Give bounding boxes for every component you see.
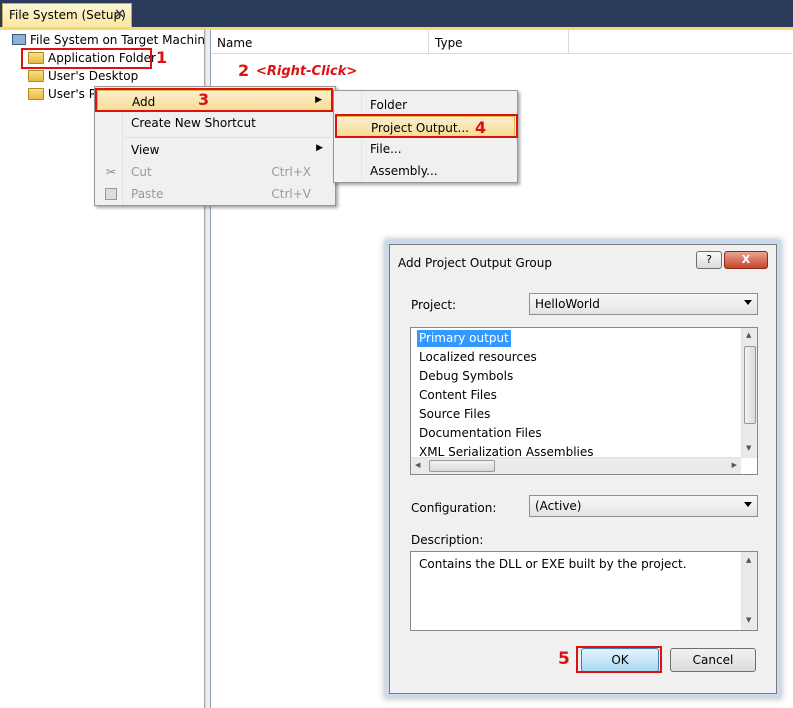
menu-item-shortcut: Ctrl+X bbox=[271, 165, 311, 179]
chevron-down-icon bbox=[744, 300, 752, 305]
menu-item-folder[interactable]: Folder bbox=[336, 94, 515, 116]
column-header-label: Type bbox=[435, 36, 463, 50]
menu-item-cut[interactable]: ✂ Cut Ctrl+X bbox=[97, 161, 333, 183]
folder-icon bbox=[28, 70, 44, 82]
scroll-thumb[interactable] bbox=[744, 346, 756, 424]
menu-item-label: Paste bbox=[131, 187, 164, 201]
chevron-down-icon bbox=[744, 502, 752, 507]
menu-item-file[interactable]: File... bbox=[336, 138, 515, 160]
tab-close-icon[interactable]: ✕ bbox=[114, 7, 125, 22]
tree-item-label: User's Pr bbox=[48, 87, 101, 101]
highlight-box-application-folder bbox=[21, 48, 152, 69]
configuration-label: Configuration: bbox=[411, 501, 497, 515]
scroll-left-icon[interactable]: ◀ bbox=[415, 461, 420, 469]
menu-item-paste[interactable]: Paste Ctrl+V bbox=[97, 183, 333, 205]
folder-icon bbox=[28, 88, 44, 100]
annotation-step-1: 1 bbox=[156, 48, 168, 67]
annotation-step-5: 5 bbox=[558, 649, 570, 669]
close-button[interactable]: X bbox=[724, 251, 768, 269]
column-header-type[interactable]: Type bbox=[429, 30, 569, 54]
computer-icon bbox=[12, 34, 26, 45]
tree-item-users-desktop[interactable]: User's Desktop bbox=[28, 69, 138, 83]
menu-item-view[interactable]: View ▶ bbox=[97, 139, 333, 161]
output-list[interactable]: Primary output Localized resources Debug… bbox=[410, 327, 758, 475]
tab-file-system-setup[interactable]: File System (Setup) ✕ bbox=[2, 3, 132, 27]
tree-root[interactable]: File System on Target Machine bbox=[12, 33, 212, 47]
list-item[interactable]: Documentation Files bbox=[417, 425, 544, 442]
menu-item-shortcut: Ctrl+V bbox=[271, 187, 311, 201]
project-select-value: HelloWorld bbox=[535, 297, 600, 311]
menu-item-label: View bbox=[131, 143, 160, 157]
description-box: Contains the DLL or EXE built by the pro… bbox=[410, 551, 758, 631]
scroll-down-icon[interactable]: ▼ bbox=[746, 616, 751, 624]
scroll-down-icon[interactable]: ▼ bbox=[746, 444, 751, 452]
list-item-primary-output[interactable]: Primary output bbox=[417, 330, 511, 347]
clipboard-icon bbox=[105, 188, 117, 200]
description-label: Description: bbox=[411, 533, 484, 547]
tab-title: File System (Setup) bbox=[9, 8, 126, 22]
vertical-scrollbar[interactable]: ▲ ▼ bbox=[741, 328, 757, 458]
annotation-step-3: 3 bbox=[198, 90, 210, 109]
annotation-step-4: 4 bbox=[475, 118, 487, 137]
menu-item-label: File... bbox=[370, 142, 402, 156]
description-scrollbar[interactable]: ▲ ▼ bbox=[741, 552, 757, 630]
highlight-box-add bbox=[95, 88, 333, 112]
annotation-right-click: <Right-Click> bbox=[256, 64, 358, 79]
configuration-select-value: (Active) bbox=[535, 499, 582, 513]
menu-item-label: Folder bbox=[370, 98, 408, 112]
horizontal-scrollbar[interactable]: ◀ ▶ bbox=[411, 457, 741, 474]
menu-item-assembly[interactable]: Assembly... bbox=[336, 160, 515, 182]
menu-item-label: Assembly... bbox=[370, 164, 438, 178]
scroll-up-icon[interactable]: ▲ bbox=[746, 556, 751, 564]
column-header-label: Name bbox=[217, 36, 253, 50]
scissors-icon: ✂ bbox=[106, 165, 117, 179]
highlight-box-project-output bbox=[335, 114, 518, 138]
menu-item-label: Cut bbox=[131, 165, 152, 179]
project-select[interactable]: HelloWorld bbox=[529, 293, 758, 315]
list-item[interactable]: Content Files bbox=[417, 387, 499, 404]
project-label: Project: bbox=[411, 298, 457, 312]
cancel-button[interactable]: Cancel bbox=[670, 648, 756, 672]
tree-item-label: User's Desktop bbox=[48, 69, 139, 83]
tree-item-users-programs[interactable]: User's Pr bbox=[28, 87, 101, 101]
column-header-blank bbox=[569, 30, 793, 54]
menu-separator bbox=[125, 137, 331, 138]
menu-item-create-shortcut[interactable]: Create New Shortcut bbox=[97, 112, 333, 134]
list-item[interactable]: Debug Symbols bbox=[417, 368, 515, 385]
annotation-step-2: 2 bbox=[238, 61, 250, 80]
dialog-title: Add Project Output Group bbox=[398, 256, 552, 270]
add-project-output-dialog: Add Project Output Group ? X Project: He… bbox=[389, 244, 777, 694]
scroll-up-icon[interactable]: ▲ bbox=[746, 331, 751, 339]
column-header-name[interactable]: Name bbox=[211, 30, 429, 54]
list-item[interactable]: Source Files bbox=[417, 406, 492, 423]
configuration-select[interactable]: (Active) bbox=[529, 495, 758, 517]
description-text: Contains the DLL or EXE built by the pro… bbox=[419, 557, 687, 571]
list-item[interactable]: Localized resources bbox=[417, 349, 539, 366]
highlight-box-ok bbox=[576, 646, 662, 673]
scroll-right-icon[interactable]: ▶ bbox=[732, 461, 737, 469]
scroll-thumb[interactable] bbox=[429, 460, 495, 472]
menu-item-label: Create New Shortcut bbox=[131, 116, 256, 130]
tree-root-label: File System on Target Machine bbox=[30, 33, 213, 47]
submenu-arrow-icon: ▶ bbox=[316, 143, 323, 153]
help-button[interactable]: ? bbox=[696, 251, 722, 269]
